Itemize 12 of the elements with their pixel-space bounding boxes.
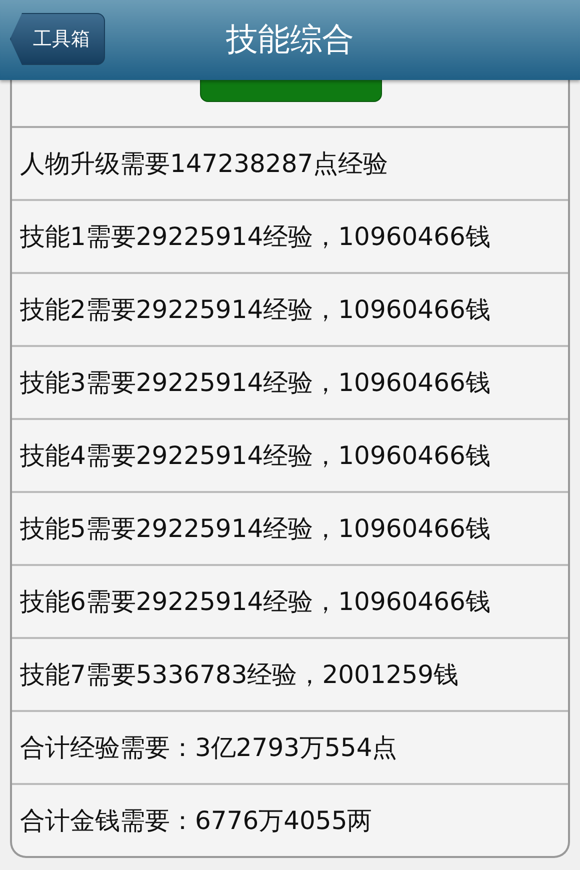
result-text: 技能3需要29225914经验，10960466钱 — [20, 367, 490, 399]
result-text: 人物升级需要147238287点经验 — [20, 148, 388, 180]
result-text: 技能2需要29225914经验，10960466钱 — [20, 294, 490, 326]
result-text: 技能5需要29225914经验，10960466钱 — [20, 513, 490, 545]
result-text: 技能6需要29225914经验，10960466钱 — [20, 586, 490, 618]
page-title: 技能综合 — [226, 19, 354, 60]
result-text: 合计经验需要：3亿2793万554点 — [20, 732, 398, 764]
result-text: 技能1需要29225914经验，10960466钱 — [20, 221, 490, 253]
result-text: 技能4需要29225914经验，10960466钱 — [20, 440, 490, 472]
back-button[interactable]: 工具箱 — [10, 13, 105, 65]
result-text: 合计金钱需要：6776万4055两 — [20, 805, 372, 837]
result-text: 技能7需要5336783经验，2001259钱 — [20, 659, 459, 691]
